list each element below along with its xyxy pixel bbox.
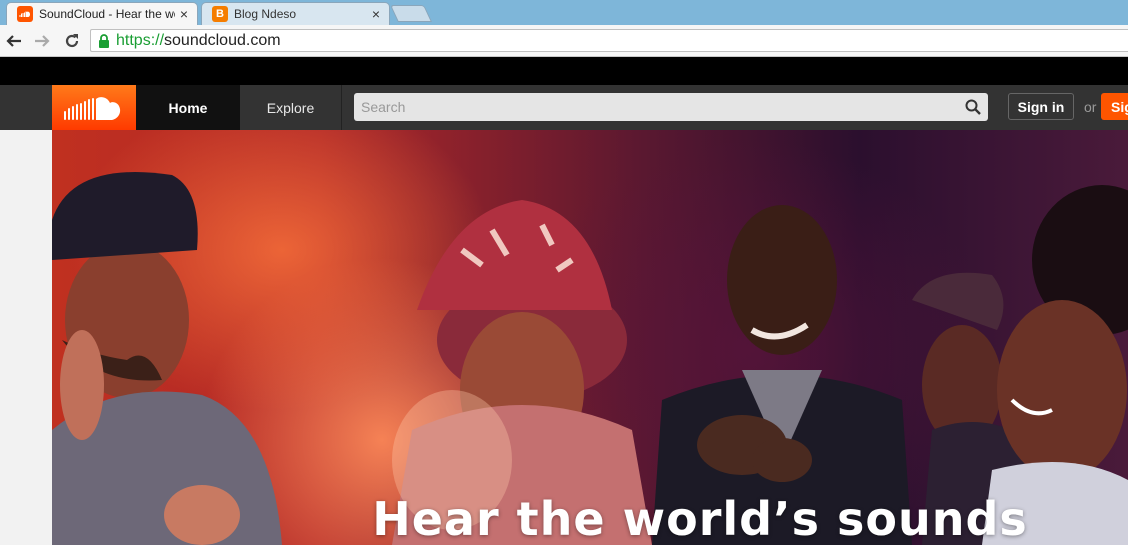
close-icon[interactable]: × [367,6,385,22]
site-header: Home Explore Sign in or Sig [0,85,1128,130]
blogger-icon: B [212,6,228,22]
tab-soundcloud[interactable]: SoundCloud - Hear the wo × [6,2,198,25]
tab-title: Blog Ndeso [234,7,297,21]
left-gutter [0,130,52,545]
hero-title: Hear the world’s sounds [372,492,1028,545]
soundcloud-logo[interactable] [52,85,136,130]
search-box [354,93,988,121]
nav-explore[interactable]: Explore [240,85,342,130]
new-tab-button[interactable] [390,5,432,22]
soundcloud-icon [17,6,33,22]
lock-icon [97,33,111,49]
browser-tab-strip: SoundCloud - Hear the wo × B Blog Ndeso … [0,0,1128,25]
back-arrow-icon[interactable] [4,31,24,51]
top-black-bar [0,57,1128,85]
search-icon[interactable] [958,93,988,121]
hero-banner: Hear the world’s sounds [52,130,1128,545]
nav-home[interactable]: Home [136,85,240,130]
sign-in-button[interactable]: Sign in [1008,93,1074,120]
address-bar[interactable]: https://soundcloud.com [90,29,1128,52]
forward-arrow-icon[interactable] [32,31,52,51]
tab-blog-ndeso[interactable]: B Blog Ndeso × [201,2,390,25]
browser-toolbar: https://soundcloud.com [0,25,1128,57]
hero-photo [52,172,1128,545]
close-icon[interactable]: × [175,6,193,22]
or-label: or [1084,98,1097,115]
url-text: https://soundcloud.com [116,31,281,49]
sign-up-button[interactable]: Sig [1101,93,1128,120]
tab-title: SoundCloud - Hear the wo [39,7,175,21]
reload-icon[interactable] [62,31,82,51]
search-input[interactable] [354,93,958,121]
